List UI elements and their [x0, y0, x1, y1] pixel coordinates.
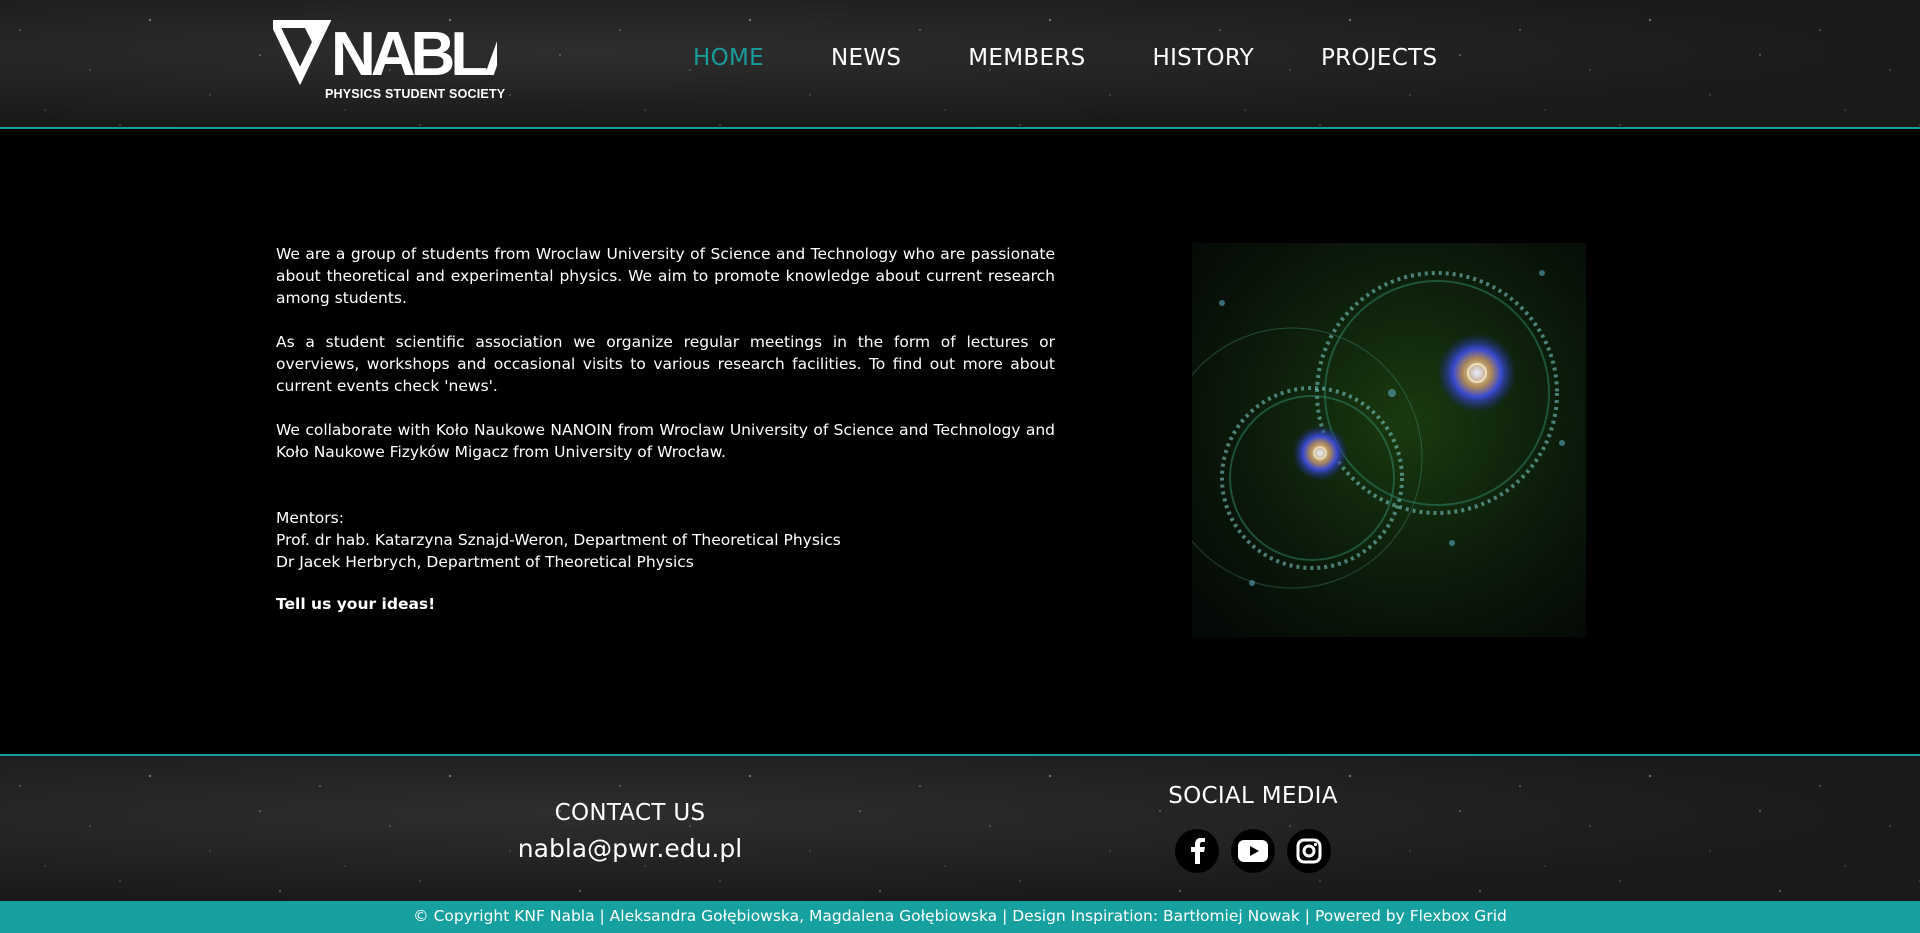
logo-subtitle: PHYSICS STUDENT SOCIETY — [325, 87, 506, 101]
nav-projects[interactable]: PROJECTS — [1321, 45, 1437, 71]
contact-section: CONTACT US nabla@pwr.edu.pl — [430, 800, 830, 863]
main-nav: HOME NEWS MEMBERS HISTORY PROJECTS — [693, 45, 1504, 71]
fractal-artwork — [1192, 243, 1586, 637]
site-header: NABLA PHYSICS STUDENT SOCIETY HOME NEWS … — [0, 0, 1920, 129]
mentors-section: Mentors: Prof. dr hab. Katarzyna Sznajd-… — [276, 507, 841, 573]
about-paragraph-3: We collaborate with Koło Naukowe NANOIN … — [276, 421, 1055, 461]
social-icons — [1053, 829, 1453, 873]
mentor-2: Dr Jacek Herbrych, Department of Theoret… — [276, 553, 694, 571]
nav-members[interactable]: MEMBERS — [968, 45, 1085, 71]
nav-news[interactable]: NEWS — [831, 45, 901, 71]
logo-wordmark: NABLA — [331, 20, 497, 89]
social-title: SOCIAL MEDIA — [1168, 783, 1338, 809]
about-paragraph-2: As a student scientific association we o… — [276, 333, 1055, 395]
contact-title: CONTACT US — [554, 800, 706, 826]
ideas-cta: Tell us your ideas! — [276, 595, 436, 613]
copyright-bar: © Copyright KNF Nabla | Aleksandra Gołęb… — [0, 901, 1920, 933]
youtube-icon[interactable] — [1231, 829, 1275, 873]
mentors-label: Mentors: — [276, 509, 344, 527]
contact-email[interactable]: nabla@pwr.edu.pl — [430, 834, 830, 863]
site-footer: CONTACT US nabla@pwr.edu.pl SOCIAL MEDIA — [0, 754, 1920, 903]
mentor-1: Prof. dr hab. Katarzyna Sznajd-Weron, De… — [276, 531, 841, 549]
nav-history[interactable]: HISTORY — [1152, 45, 1254, 71]
instagram-icon[interactable] — [1287, 829, 1331, 873]
facebook-icon[interactable] — [1175, 829, 1219, 873]
about-section: We are a group of students from Wroclaw … — [276, 243, 1055, 485]
about-paragraph-1: We are a group of students from Wroclaw … — [276, 245, 1055, 307]
social-section: SOCIAL MEDIA — [1053, 783, 1453, 873]
main-content: We are a group of students from Wroclaw … — [0, 129, 1920, 754]
nav-home[interactable]: HOME — [693, 45, 764, 71]
